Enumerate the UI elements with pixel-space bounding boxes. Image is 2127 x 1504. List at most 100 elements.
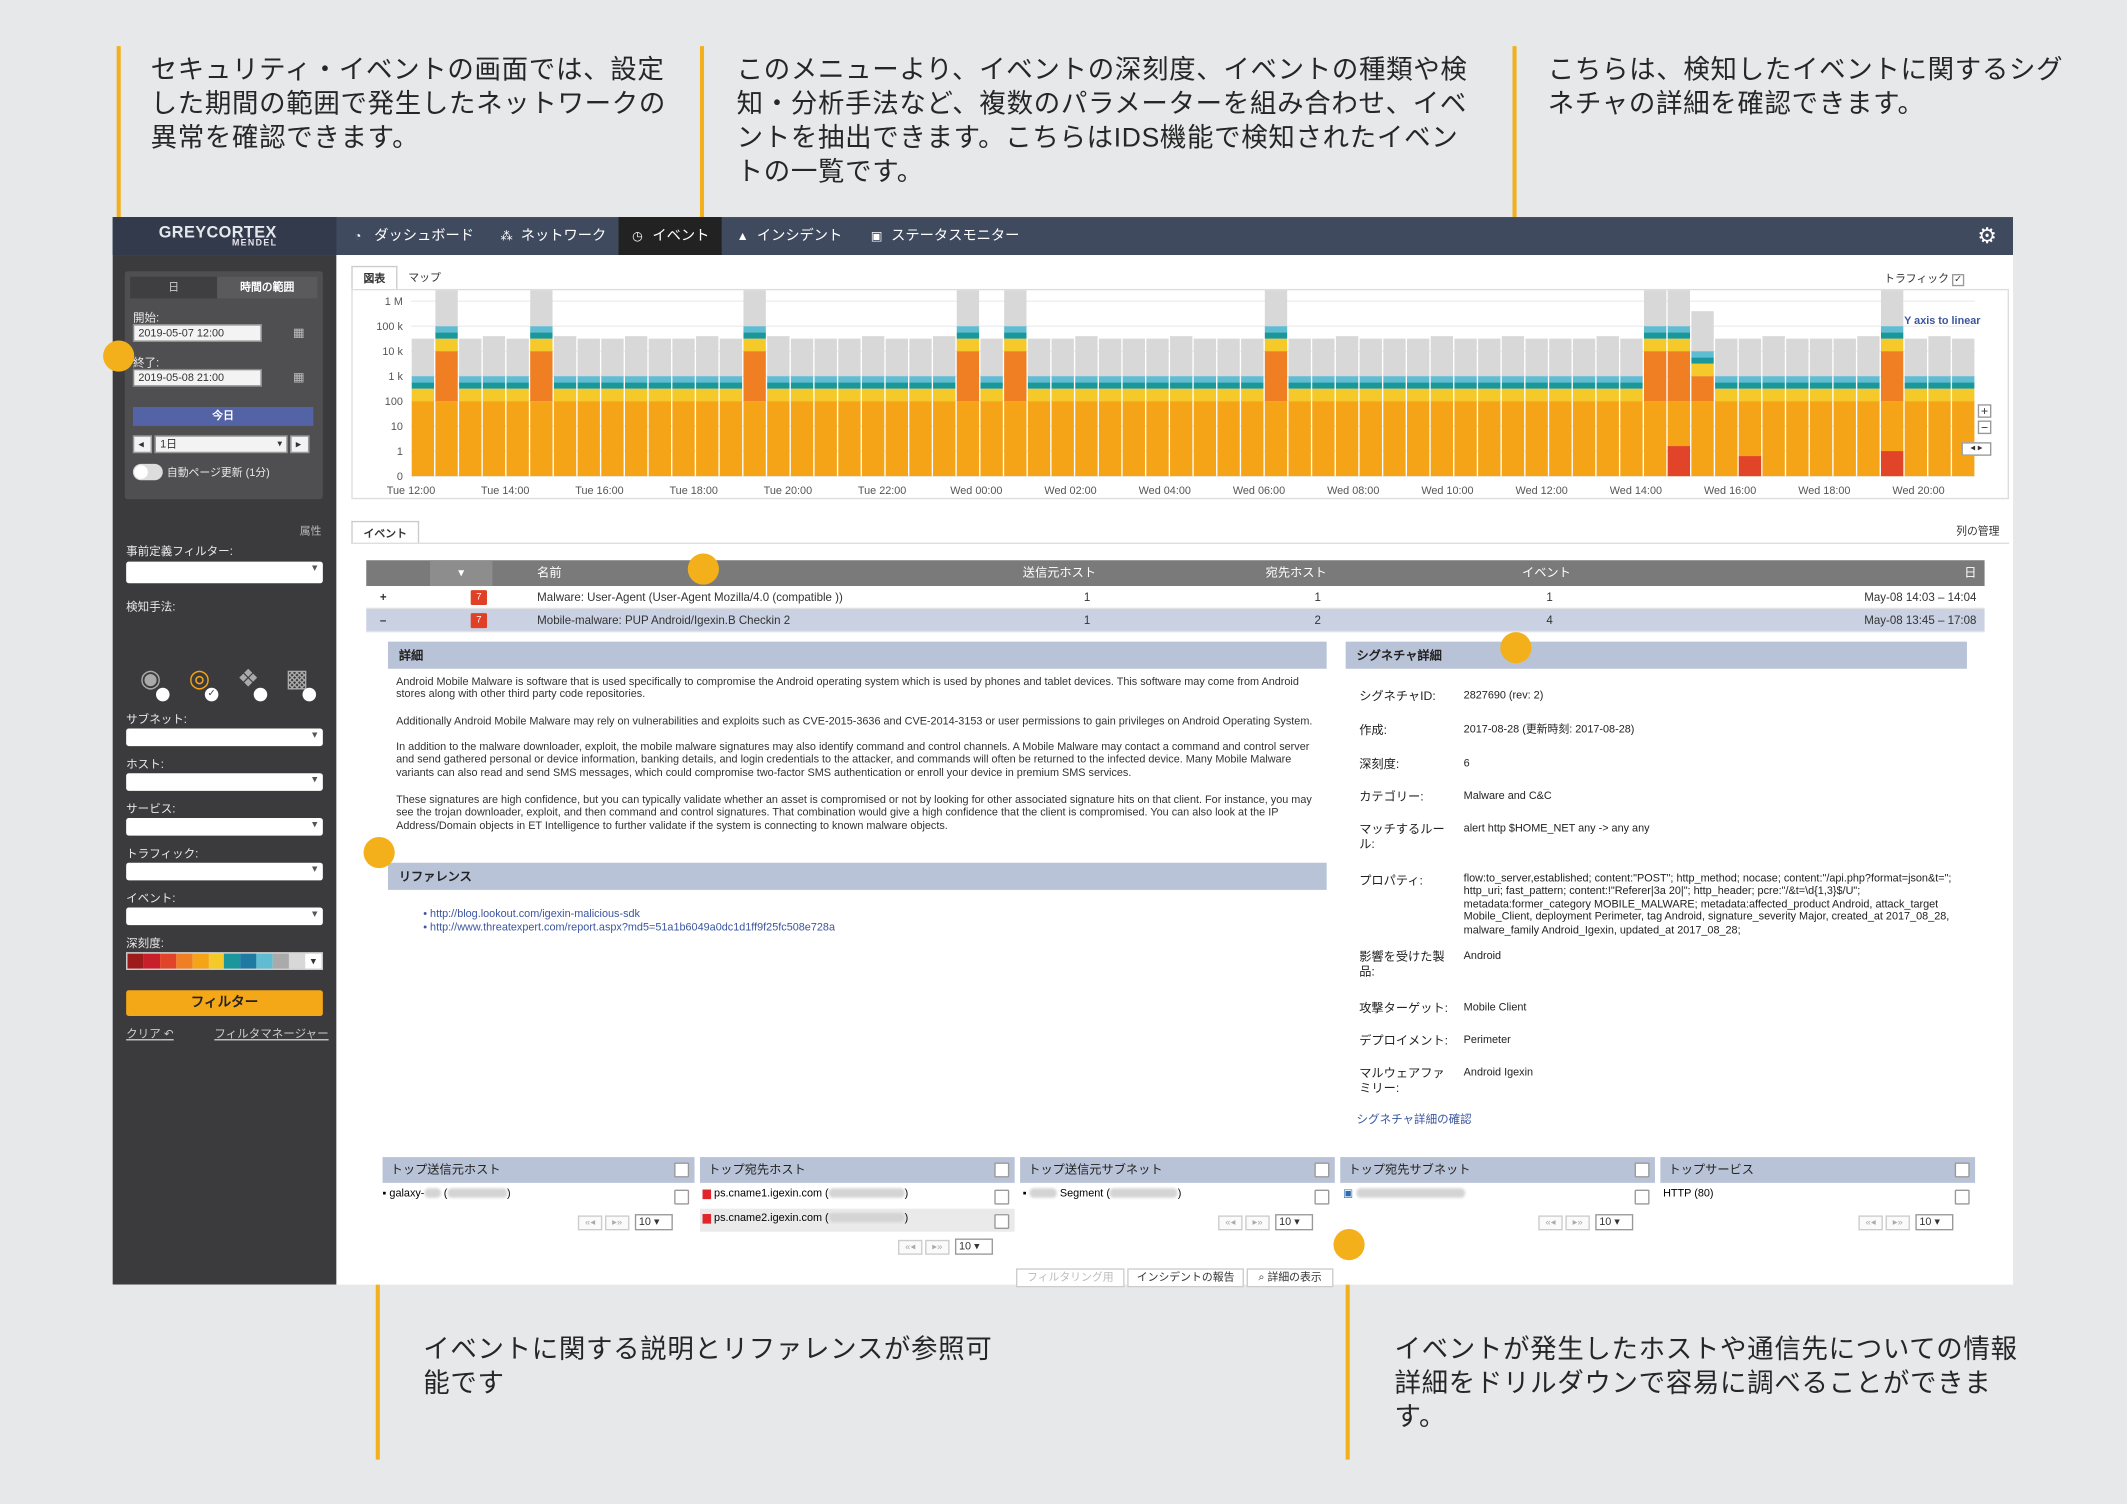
panel-checkbox[interactable] [1954, 1162, 1970, 1178]
list-item[interactable]: HTTP (80) [1663, 1187, 1713, 1199]
nav-network[interactable]: ⁂ ネットワーク [487, 217, 607, 255]
filter-button[interactable]: フィルター [126, 990, 323, 1017]
greycortex-logo[interactable]: GREYCORTEX MENDEL [112, 217, 337, 256]
host-select[interactable] [126, 773, 323, 791]
list-item[interactable]: ▪ Segment () [1023, 1187, 1182, 1199]
attributes-link[interactable]: 属性 [300, 524, 322, 539]
next-page-button[interactable]: ▸» [925, 1239, 950, 1255]
tab-map[interactable]: マップ [397, 266, 451, 289]
nav-status-monitor[interactable]: ▣ ステータスモニター [857, 217, 1019, 255]
nav-incidents[interactable]: ▲ インシデント [723, 217, 843, 255]
zoom-out-button[interactable]: − [1977, 420, 1992, 435]
tab-chart[interactable]: 図表 [351, 265, 398, 289]
col-name[interactable]: 名前 [537, 560, 561, 586]
prev-page-button[interactable]: «◂ [1218, 1215, 1243, 1231]
panel-checkbox[interactable] [994, 1162, 1010, 1178]
severity-swatch[interactable] [143, 953, 160, 969]
period-select[interactable]: 1日 ▾ [154, 435, 288, 454]
severity-swatch[interactable] [256, 953, 273, 969]
report-incident-button[interactable]: インシデントの報告 [1127, 1268, 1244, 1288]
table-row[interactable]: – 7 Mobile-malware: PUP Android/Igexin.B… [366, 609, 1985, 633]
pan-buttons[interactable]: ◂ ▸ [1961, 442, 1992, 456]
severity-swatch[interactable] [127, 953, 144, 969]
collapse-toggle[interactable]: – [380, 609, 386, 632]
brain-icon[interactable]: ◉ [134, 665, 170, 702]
prev-period-button[interactable]: ◂ [132, 435, 152, 454]
tab-events[interactable]: イベント [351, 520, 420, 544]
row-checkbox[interactable] [994, 1189, 1010, 1205]
severity-swatch[interactable] [159, 953, 176, 969]
filter-use-button[interactable]: フィルタリング用 [1016, 1268, 1125, 1288]
y-axis-toggle-link[interactable]: Y axis to linear [1904, 315, 1980, 327]
col-date[interactable]: 日 [1964, 560, 1976, 586]
traffic-select[interactable] [126, 862, 323, 881]
gear-icon[interactable]: ⚙ [1977, 222, 1996, 249]
row-checkbox[interactable] [994, 1214, 1010, 1229]
tab-day[interactable]: 日 [130, 277, 217, 299]
prev-page-button[interactable]: «◂ [1858, 1215, 1883, 1231]
filter-manager-link[interactable]: フィルタマネージャー [214, 1026, 328, 1042]
row-checkbox[interactable] [674, 1189, 690, 1205]
list-item[interactable]: ▆ ps.cname1.igexin.com () [703, 1187, 909, 1199]
prev-page-button[interactable]: «◂ [898, 1239, 923, 1255]
calendar-icon[interactable]: ▦ [293, 370, 305, 385]
severity-sort-icon[interactable]: ▾ [430, 560, 493, 587]
page-size-select[interactable]: 10 ▾ [1595, 1214, 1634, 1231]
page-size-select[interactable]: 10 ▾ [1915, 1214, 1954, 1231]
next-period-button[interactable]: ▸ [290, 435, 310, 454]
next-page-button[interactable]: ▸» [1245, 1215, 1270, 1231]
list-item[interactable]: ▪ galaxy- () [383, 1187, 511, 1199]
severity-selector[interactable]: ▾ [126, 952, 323, 970]
start-date-input[interactable]: 2019-05-07 12:00 [132, 324, 262, 342]
show-details-button[interactable]: ⌕ 詳細の表示 [1246, 1268, 1334, 1288]
row-checkbox[interactable] [1954, 1189, 1970, 1205]
col-dst-host[interactable]: 宛先ホスト [1266, 560, 1327, 586]
page-size-select[interactable]: 10 ▾ [954, 1238, 993, 1255]
list-item[interactable]: ▆ ps.cname2.igexin.com () [703, 1211, 909, 1223]
clear-link[interactable]: クリア ↶ [126, 1026, 173, 1042]
row-checkbox[interactable] [1634, 1189, 1650, 1205]
severity-swatch[interactable] [224, 953, 241, 969]
table-row[interactable]: + 7 Malware: User-Agent (User-Agent Mozi… [366, 586, 1985, 610]
auto-refresh-toggle[interactable] [132, 463, 163, 481]
list-item[interactable]: ▣ [1343, 1187, 1465, 1199]
signature-details-link[interactable]: シグネチャ詳細の確認 [1357, 1112, 1472, 1126]
col-events[interactable]: イベント [1522, 560, 1571, 586]
panel-checkbox[interactable] [674, 1162, 690, 1178]
severity-swatch[interactable] [272, 953, 290, 969]
col-src-host[interactable]: 送信元ホスト [1023, 560, 1096, 586]
severity-swatch[interactable] [240, 953, 257, 969]
manage-columns-link[interactable]: 列の管理 [1956, 524, 1999, 539]
event-select[interactable] [126, 907, 323, 926]
traffic-toggle[interactable]: トラフィック ✓ [1884, 271, 1965, 287]
next-page-button[interactable]: ▸» [1565, 1215, 1590, 1231]
panel-checkbox[interactable] [1314, 1162, 1330, 1178]
predefined-filter-select[interactable] [126, 561, 323, 584]
next-page-button[interactable]: ▸» [605, 1215, 630, 1231]
cubes-icon[interactable]: ❖ [232, 665, 268, 702]
zoom-in-button[interactable]: + [1977, 404, 1992, 418]
prev-page-button[interactable]: «◂ [577, 1215, 603, 1231]
row-checkbox[interactable] [1314, 1189, 1330, 1205]
page-size-select[interactable]: 10 ▾ [1275, 1214, 1314, 1231]
reference-link[interactable]: • http://www.threatexpert.com/report.asp… [423, 921, 1305, 934]
severity-swatch[interactable] [192, 953, 209, 969]
end-date-input[interactable]: 2019-05-08 21:00 [132, 368, 262, 387]
tab-time-range[interactable]: 時間の範囲 [217, 276, 318, 299]
nav-dashboard[interactable]: ◔ ダッシュボード [340, 217, 474, 255]
calendar-icon[interactable]: ▦ [293, 326, 305, 341]
reference-link[interactable]: • http://blog.lookout.com/igexin-malicio… [423, 908, 1305, 921]
expand-toggle[interactable]: + [380, 586, 387, 609]
prev-page-button[interactable]: «◂ [1538, 1215, 1563, 1231]
service-select[interactable] [126, 817, 323, 836]
severity-swatch[interactable] [208, 953, 225, 969]
page-size-select[interactable]: 10 ▾ [634, 1214, 673, 1231]
severity-swatch[interactable] [175, 953, 193, 969]
fingerprint-icon[interactable]: ◎ ✓ [183, 665, 219, 702]
panel-checkbox[interactable] [1634, 1162, 1650, 1178]
next-page-button[interactable]: ▸» [1885, 1215, 1910, 1231]
today-button[interactable]: 今日 [132, 406, 314, 426]
medkit-icon[interactable]: ▩ [281, 665, 317, 702]
subnet-select[interactable] [126, 728, 323, 747]
nav-events[interactable]: ◷ イベント [618, 217, 722, 256]
